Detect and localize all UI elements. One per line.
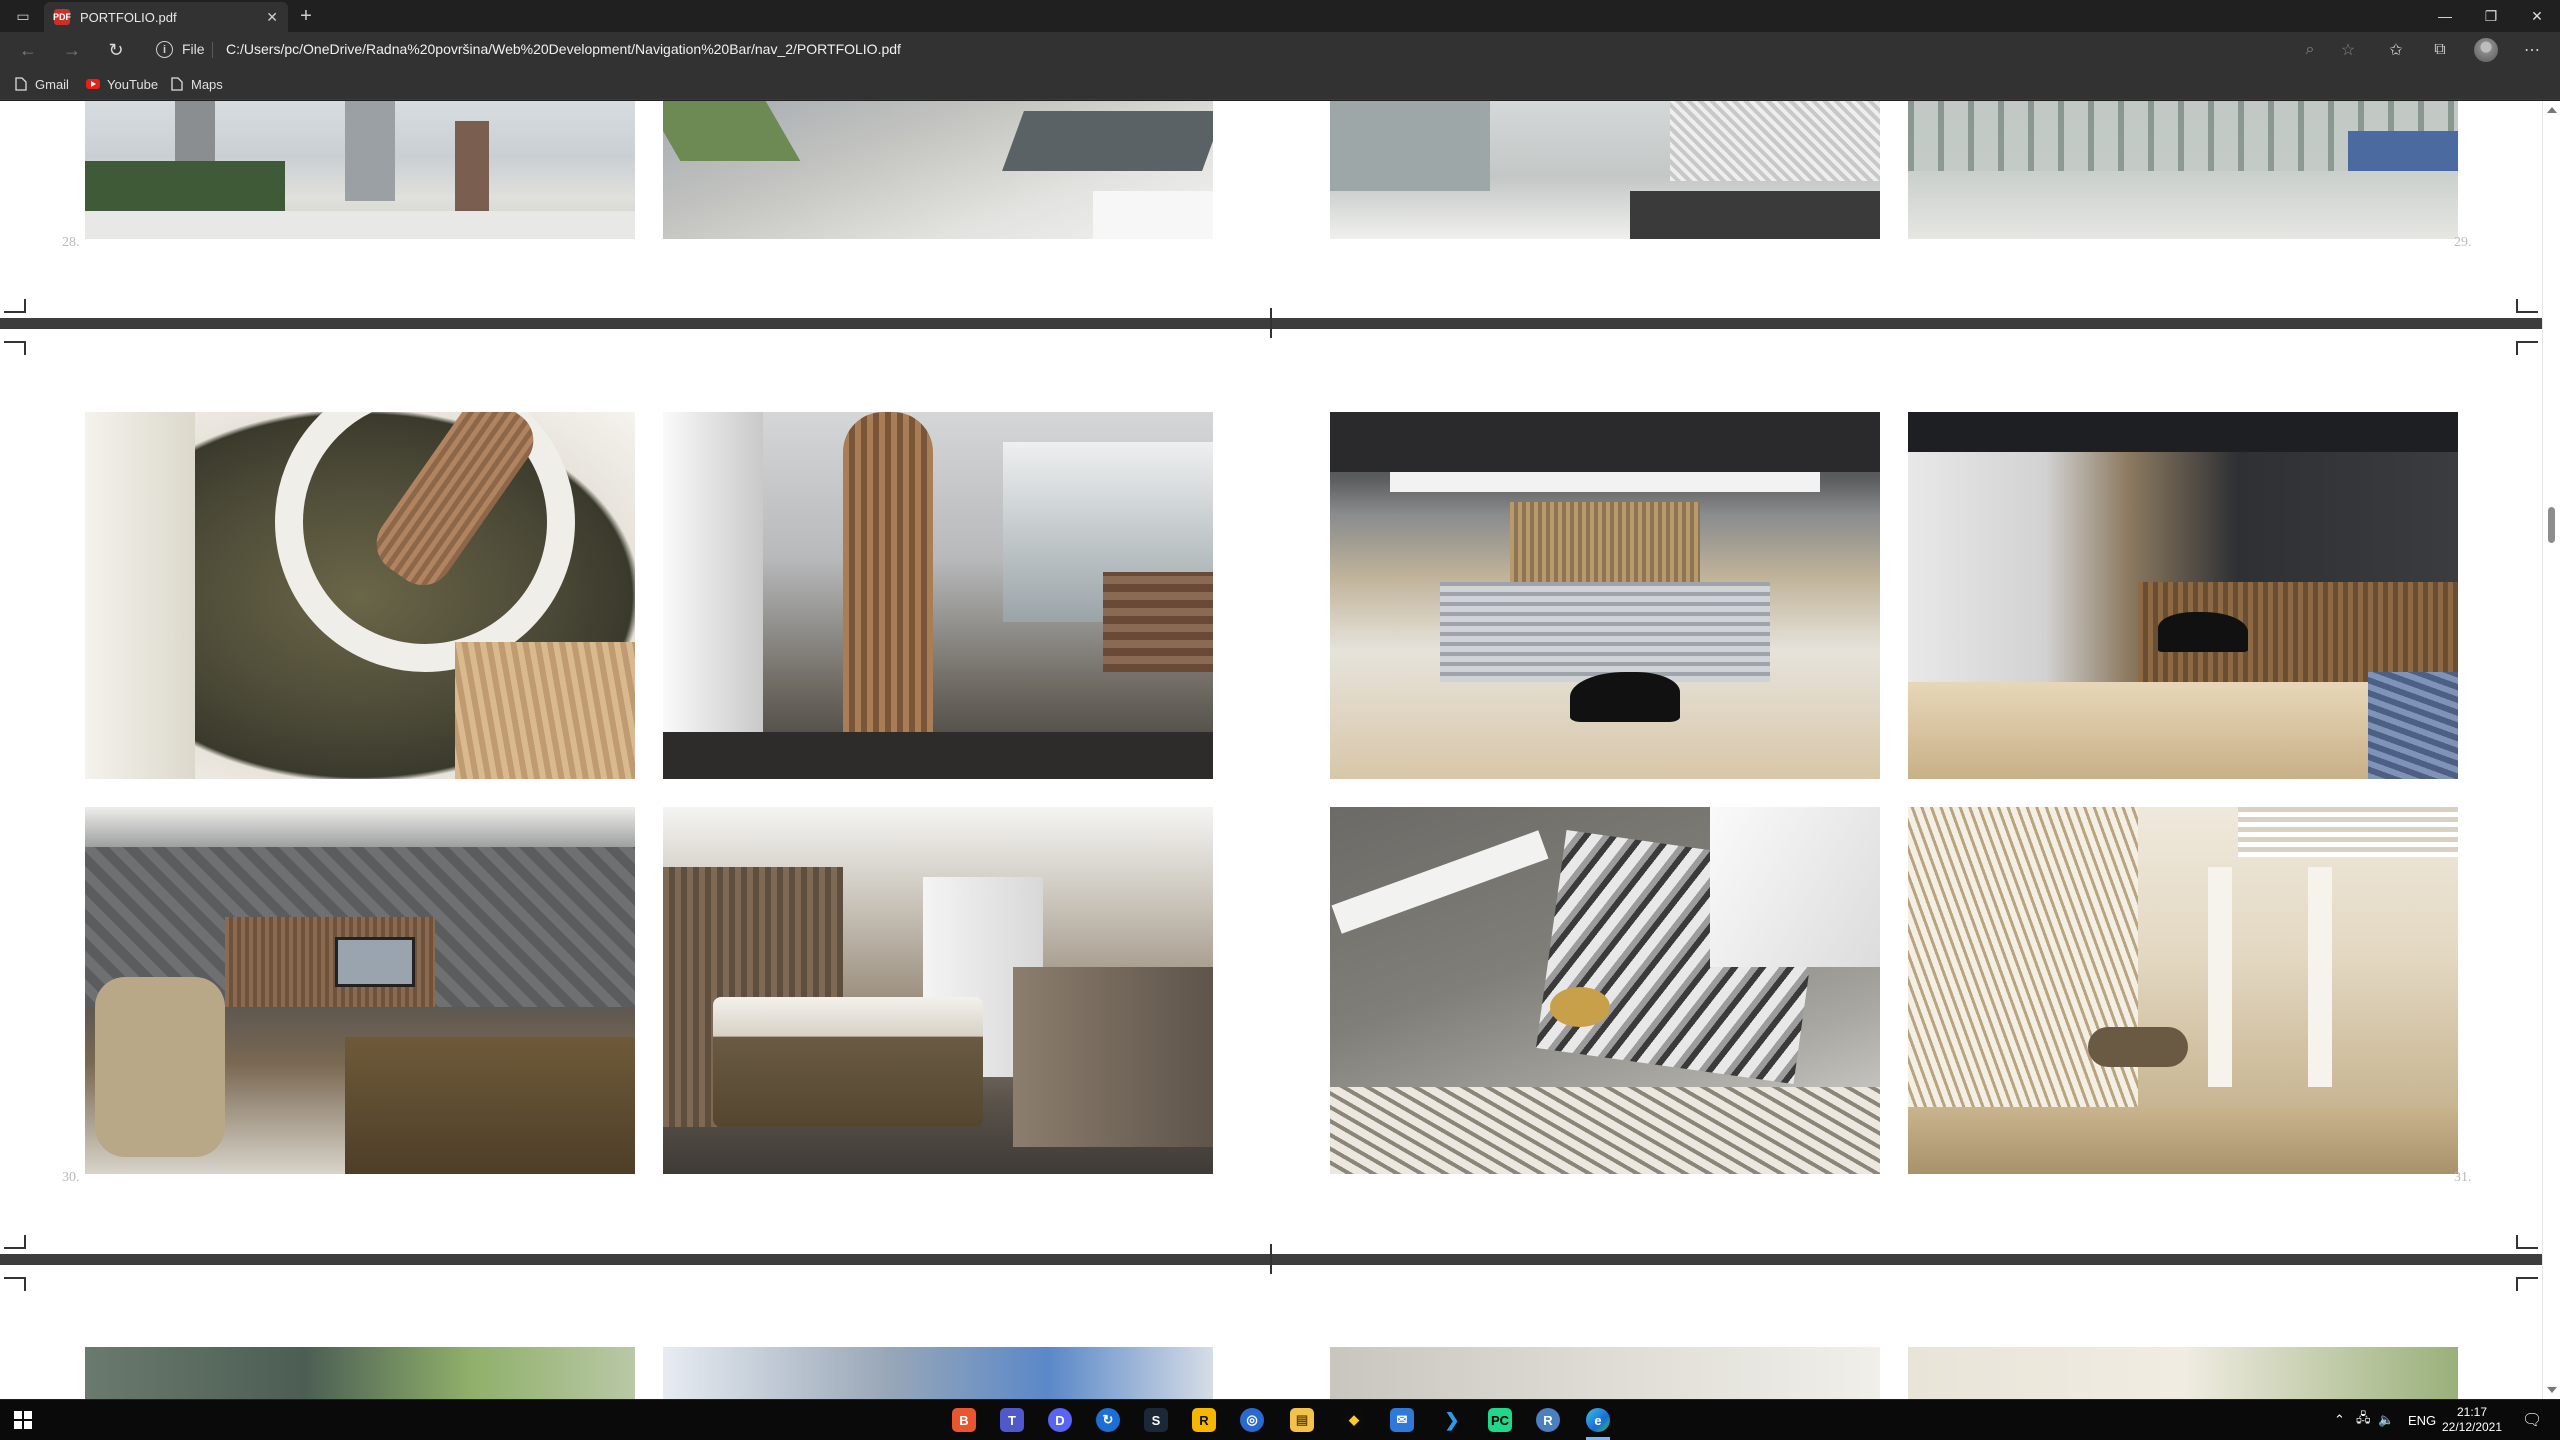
show-hidden-icons-icon[interactable]: ⌃ <box>2334 1400 2345 1440</box>
crop-mark <box>2516 1277 2538 1291</box>
rendering-image <box>85 101 635 239</box>
crop-mark <box>2516 1235 2538 1249</box>
minimize-button[interactable]: — <box>2422 0 2468 32</box>
scroll-up-arrow-icon[interactable] <box>2547 107 2557 113</box>
lobby-topview-image <box>85 412 635 779</box>
collections-icon[interactable]: ⧉ <box>2426 38 2454 62</box>
steam-icon[interactable]: S <box>1144 1408 1168 1432</box>
teams-icon[interactable]: T <box>1000 1408 1024 1432</box>
bookmark-label: Maps <box>191 76 223 92</box>
file-explorer-icon[interactable]: ▤ <box>1290 1408 1314 1432</box>
mail-icon[interactable]: ✉ <box>1390 1408 1414 1432</box>
pdf-viewport[interactable]: 28. 29. 30. 31. <box>0 101 2542 1399</box>
bedroom-image <box>663 807 1213 1174</box>
new-tab-button[interactable]: + <box>294 4 318 28</box>
rendering-image <box>85 1347 635 1399</box>
crop-mark <box>1270 1244 1272 1274</box>
page-number: 29. <box>2454 235 2472 250</box>
back-button[interactable]: ← <box>14 38 42 62</box>
app-icon[interactable]: ↻ <box>1096 1408 1120 1432</box>
app-icon[interactable]: ◎ <box>1240 1408 1264 1432</box>
profile-avatar[interactable] <box>2474 38 2498 62</box>
rendering-image <box>1330 101 1880 239</box>
volume-icon[interactable]: 🔈 <box>2378 1400 2394 1440</box>
page-number: 28. <box>62 235 80 250</box>
language-indicator[interactable]: ENG <box>2408 1400 2436 1440</box>
page-icon <box>14 77 28 91</box>
crop-mark <box>4 1235 26 1249</box>
youtube-icon <box>86 77 100 91</box>
bookmarks-bar: Gmail YouTube Maps <box>0 68 2560 100</box>
crop-mark <box>2516 299 2538 313</box>
atrium-interior-image <box>663 412 1213 779</box>
info-icon[interactable]: i <box>156 41 173 58</box>
crop-mark <box>4 299 26 313</box>
pdf-scrollbar[interactable] <box>2542 101 2560 1399</box>
rendering-image <box>1908 1347 2458 1399</box>
lobby-interior-image <box>1908 807 2458 1174</box>
more-menu-icon[interactable]: ⋯ <box>2518 38 2546 62</box>
rendering-image <box>1908 101 2458 239</box>
discord-icon[interactable]: D <box>1048 1408 1072 1432</box>
zoom-icon[interactable]: ⌕ <box>2296 38 2324 62</box>
windows-taskbar: B T D ↻ S R ◎ ▤ ◆ ✉ ❯ PC R e ⌃ 🖧 🔈 ENG 2… <box>0 1400 2560 1440</box>
edge-icon[interactable]: e <box>1586 1408 1610 1432</box>
rendering-image <box>663 1347 1213 1399</box>
escalator-topview-image <box>1330 807 1880 1174</box>
rendering-image <box>663 101 1213 239</box>
brave-icon[interactable]: B <box>952 1408 976 1432</box>
bookmark-youtube[interactable]: YouTube <box>86 75 158 93</box>
windows-start-icon[interactable] <box>14 1411 32 1429</box>
pdf-icon: PDF <box>53 9 71 25</box>
clock-time: 21:17 <box>2456 1405 2488 1419</box>
scroll-down-arrow-icon[interactable] <box>2547 1387 2557 1393</box>
tab-actions-icon[interactable]: ▭ <box>10 6 36 26</box>
bookmark-gmail[interactable]: Gmail <box>14 75 69 93</box>
crop-mark <box>4 1277 26 1291</box>
vscode-icon[interactable]: ❯ <box>1440 1408 1464 1432</box>
divider <box>212 42 213 58</box>
bookmark-maps[interactable]: Maps <box>170 75 223 93</box>
tab-title: PORTFOLIO.pdf <box>80 9 177 25</box>
crop-mark <box>2516 341 2538 355</box>
close-tab-icon[interactable]: ✕ <box>266 9 278 26</box>
scrollbar-thumb[interactable] <box>2548 507 2555 543</box>
tab-portfolio[interactable]: PDF PORTFOLIO.pdf ✕ <box>44 2 288 32</box>
pycharm-icon[interactable]: PC <box>1488 1408 1512 1432</box>
bookmark-label: Gmail <box>35 76 69 92</box>
rockstar-icon[interactable]: R <box>1192 1408 1216 1432</box>
concert-hall-image <box>1330 412 1880 779</box>
restore-button[interactable]: ❐ <box>2468 0 2514 32</box>
clock[interactable]: 21:17 22/12/2021 <box>2436 1405 2508 1435</box>
close-window-button[interactable]: ✕ <box>2514 0 2560 32</box>
stage-piano-image <box>1908 412 2458 779</box>
page-number: 31. <box>2454 1170 2472 1185</box>
crop-mark <box>1270 308 1272 338</box>
r-icon[interactable]: R <box>1536 1408 1560 1432</box>
page-icon <box>170 77 184 91</box>
page-number: 30. <box>62 1170 80 1185</box>
git-icon[interactable]: ◆ <box>1342 1408 1366 1432</box>
add-favorite-icon[interactable]: ☆ <box>2334 38 2362 62</box>
address-bar: ← → ↻ i File C:/Users/pc/OneDrive/Radna%… <box>0 32 2560 68</box>
favorites-icon[interactable]: ✩ <box>2382 38 2410 62</box>
rendering-image <box>1330 1347 1880 1399</box>
file-label: File <box>182 41 205 57</box>
notifications-icon[interactable]: 🗨 <box>2522 1400 2542 1440</box>
network-icon[interactable]: 🖧 <box>2356 1400 2371 1440</box>
url-field[interactable]: C:/Users/pc/OneDrive/Radna%20površina/We… <box>226 41 901 57</box>
refresh-button[interactable]: ↻ <box>102 38 130 62</box>
tab-bar: ▭ PDF PORTFOLIO.pdf ✕ + — ❐ ✕ <box>0 0 2560 32</box>
forward-button[interactable]: → <box>58 38 86 62</box>
crop-mark <box>4 341 26 355</box>
bookmark-label: YouTube <box>107 76 159 92</box>
hotel-room-image <box>85 807 635 1174</box>
clock-date: 22/12/2021 <box>2441 1420 2503 1434</box>
